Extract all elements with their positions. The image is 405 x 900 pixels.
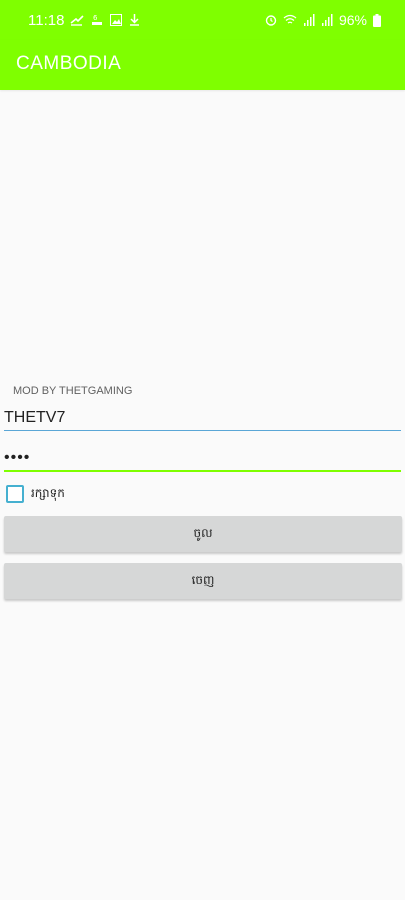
status-bar: 11:18 6 96% [0, 0, 405, 40]
remember-checkbox[interactable] [6, 485, 24, 503]
data-usage-icon: 6 [92, 14, 102, 25]
download-icon [130, 14, 139, 26]
app-title: CAMBODIA [16, 53, 122, 74]
battery-percent: 96% [338, 12, 367, 28]
remember-row[interactable]: រក្សាទុក [6, 485, 65, 503]
wifi-icon [283, 14, 297, 24]
system-icons: 96% [265, 12, 381, 28]
exit-button[interactable]: ចេញ [4, 563, 402, 599]
svg-text:6: 6 [93, 14, 98, 22]
login-button[interactable]: ចូល [4, 516, 402, 552]
username-field[interactable] [4, 405, 401, 431]
image-icon [110, 14, 122, 26]
alarm-icon [265, 15, 277, 26]
mod-label: MOD BY THETGAMING [13, 385, 133, 397]
app-bar: CAMBODIA [0, 40, 405, 90]
status-time: 11:18 [28, 12, 65, 29]
signal-icon-2 [321, 14, 333, 26]
signal-icon [303, 14, 315, 26]
remember-label: រក្សាទុក [31, 486, 65, 500]
missed-call-icon [70, 15, 84, 26]
notification-icons: 6 [70, 13, 140, 27]
password-field[interactable] [4, 446, 401, 472]
battery-icon [373, 13, 381, 27]
